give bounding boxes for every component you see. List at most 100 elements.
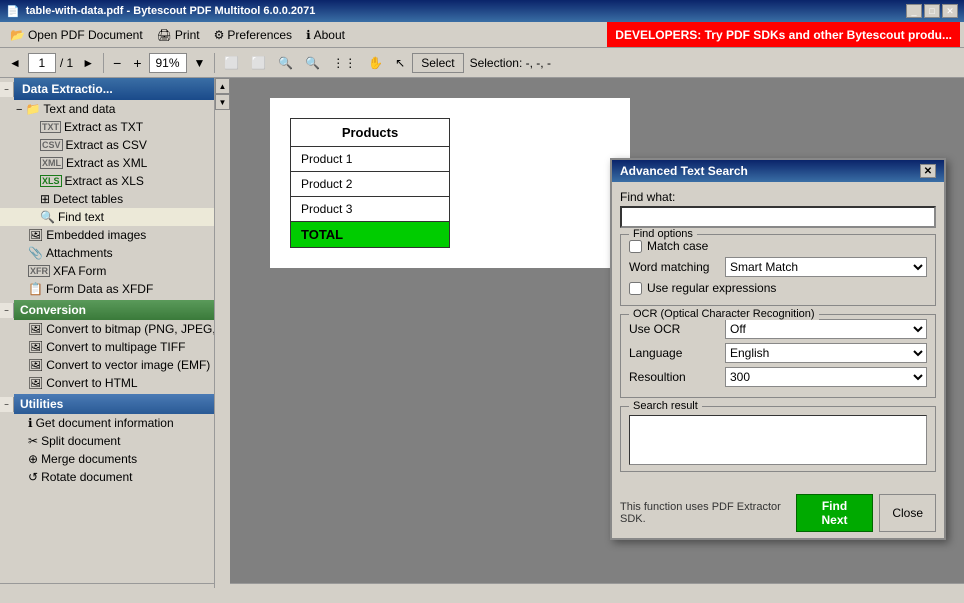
tree-item-form-data-xfdf[interactable]: 📋 Form Data as XFDF [0, 280, 229, 298]
nav-back-button[interactable]: ◄ [4, 52, 26, 74]
tree-item-convert-bitmap[interactable]: 🖼 Convert to bitmap (PNG, JPEG,... [0, 320, 229, 338]
match-case-label: Match case [647, 239, 708, 253]
zoom-out-button[interactable]: − [108, 52, 126, 74]
minimize-button[interactable]: _ [906, 4, 922, 18]
table-row: Product 1 [291, 147, 450, 172]
tree-item-extract-xls[interactable]: XLS Extract as XLS [0, 172, 229, 190]
window-controls: _ □ ✕ [906, 4, 958, 18]
tree-item-embedded-images[interactable]: 🖼 Embedded images [0, 226, 229, 244]
language-label: Language [629, 346, 719, 360]
menu-about[interactable]: ℹ About [300, 26, 351, 44]
tree-item-extract-txt[interactable]: TXT Extract as TXT [0, 118, 229, 136]
language-row: Language English French German Spanish [629, 343, 927, 363]
scroll-down-button[interactable]: ▼ [215, 94, 230, 110]
images-icon: 🖼 [28, 228, 43, 242]
conv-collapse-icon[interactable]: − [4, 306, 9, 315]
toolbar-sep-2 [214, 53, 215, 73]
page-total: / 1 [60, 56, 73, 70]
about-icon: ℹ [306, 28, 311, 42]
form-icon: 📋 [28, 282, 43, 296]
close-button[interactable]: ✕ [942, 4, 958, 18]
find-next-button[interactable]: Find Next [796, 494, 874, 532]
minus-icon [16, 102, 22, 116]
data-extraction-header[interactable]: Data Extractio... [14, 78, 229, 100]
view-btn-5[interactable]: ⋮⋮ [327, 52, 361, 74]
tree-item-convert-html[interactable]: 🖼 Convert to HTML [0, 374, 229, 392]
menu-preferences[interactable]: ⚙ Preferences [208, 26, 298, 44]
attach-icon: 📎 [28, 246, 43, 260]
word-matching-row: Word matching Smart Match Whole Word Sub… [629, 257, 927, 277]
zoom-input[interactable] [149, 53, 187, 73]
tree-item-find-text[interactable]: 🔍 Find text [0, 208, 229, 226]
zoom-in-button[interactable]: + [128, 52, 146, 74]
table-icon: ⊞ [40, 192, 50, 206]
toolbar: ◄ / 1 ► − + ▼ ⬜ ⬜ 🔍 🔍 ⋮⋮ ✋ ↖ Select Sele… [0, 48, 964, 78]
nav-forward-button[interactable]: ► [77, 52, 99, 74]
find-what-row: Find what: [620, 190, 936, 228]
ocr-group-label: OCR (Optical Character Recognition) [629, 308, 819, 320]
hand-tool-button[interactable]: ✋ [363, 52, 388, 74]
find-what-label: Find what: [620, 190, 936, 204]
utilities-header[interactable]: Utilities [14, 394, 229, 414]
tiff-icon: 🖼 [28, 340, 43, 354]
tree-item-split-doc[interactable]: ✂ Split document [0, 432, 229, 450]
tree-item-merge-docs[interactable]: ⊕ Merge documents [0, 450, 229, 468]
page-number-input[interactable] [28, 53, 56, 73]
view-btn-3[interactable]: 🔍 [273, 52, 298, 74]
ocr-group: OCR (Optical Character Recognition) Use … [620, 314, 936, 398]
menu-open[interactable]: 📂 Open PDF Document [4, 26, 149, 44]
resolution-select[interactable]: 72 150 300 600 [725, 367, 927, 387]
docinfo-icon: ℹ [28, 416, 33, 430]
language-select[interactable]: English French German Spanish [725, 343, 927, 363]
find-options-group: Find options Match case Word matching Sm… [620, 234, 936, 306]
find-what-input[interactable] [620, 206, 936, 228]
cursor-button[interactable]: ↖ [390, 52, 410, 74]
tree-item-detect-tables[interactable]: ⊞ Detect tables [0, 190, 229, 208]
word-matching-select[interactable]: Smart Match Whole Word Substring [725, 257, 927, 277]
view-btn-1[interactable]: ⬜ [219, 52, 244, 74]
tree-item-convert-tiff[interactable]: 🖼 Convert to multipage TIFF [0, 338, 229, 356]
select-button[interactable]: Select [412, 53, 463, 73]
conversion-header[interactable]: Conversion [14, 300, 229, 320]
dialog-close-btn[interactable]: Close [879, 494, 936, 532]
use-regex-label: Use regular expressions [647, 281, 776, 295]
dialog-body: Find what: Find options Match case Word … [612, 182, 944, 488]
tree-item-attachments[interactable]: 📎 Attachments [0, 244, 229, 262]
table-row: Product 2 [291, 172, 450, 197]
tree-item-text-and-data[interactable]: 📁 Text and data [0, 100, 229, 118]
de-collapse-icon[interactable]: − [4, 85, 9, 94]
tree-item-xfa-form[interactable]: XFR XFA Form [0, 262, 229, 280]
left-panel-vscroll[interactable]: ▲ ▼ [214, 78, 230, 583]
open-icon: 📂 [10, 28, 25, 42]
xml-icon: XML [40, 157, 63, 169]
use-regex-checkbox[interactable] [629, 282, 642, 295]
view-btn-4[interactable]: 🔍 [300, 52, 325, 74]
tree-item-rotate-doc[interactable]: ↺ Rotate document [0, 468, 229, 486]
util-collapse-icon[interactable]: − [4, 400, 9, 409]
use-regex-row: Use regular expressions [629, 281, 927, 295]
zoom-dropdown-button[interactable]: ▼ [189, 52, 211, 74]
search-result-group: Search result [620, 406, 936, 472]
table-row: Product 3 [291, 197, 450, 222]
match-case-row: Match case [629, 239, 927, 253]
tree-item-extract-csv[interactable]: CSV Extract as CSV [0, 136, 229, 154]
html-icon: 🖼 [28, 376, 43, 390]
dialog-close-button[interactable]: ✕ [920, 164, 936, 178]
xfa-icon: XFR [28, 265, 50, 277]
maximize-button[interactable]: □ [924, 4, 940, 18]
search-result-box [629, 415, 927, 465]
match-case-checkbox[interactable] [629, 240, 642, 253]
scroll-up-button[interactable]: ▲ [215, 78, 230, 94]
use-ocr-label: Use OCR [629, 322, 719, 336]
tree-item-extract-xml[interactable]: XML Extract as XML [0, 154, 229, 172]
folder-icon: 📁 [25, 102, 40, 116]
tree-item-get-doc-info[interactable]: ℹ Get document information [0, 414, 229, 432]
view-btn-2[interactable]: ⬜ [246, 52, 271, 74]
pdf-page: Products Product 1 Product 2 Product 3 T… [270, 98, 630, 268]
tree-item-convert-vector[interactable]: 🖼 Convert to vector image (EMF) [0, 356, 229, 374]
menu-print[interactable]: 🖨 Print [151, 26, 206, 44]
left-panel: − Data Extractio... 📁 Text and data TXT … [0, 78, 230, 583]
merge-icon: ⊕ [28, 452, 38, 466]
use-ocr-select[interactable]: Off On [725, 319, 927, 339]
find-icon: 🔍 [40, 210, 55, 224]
